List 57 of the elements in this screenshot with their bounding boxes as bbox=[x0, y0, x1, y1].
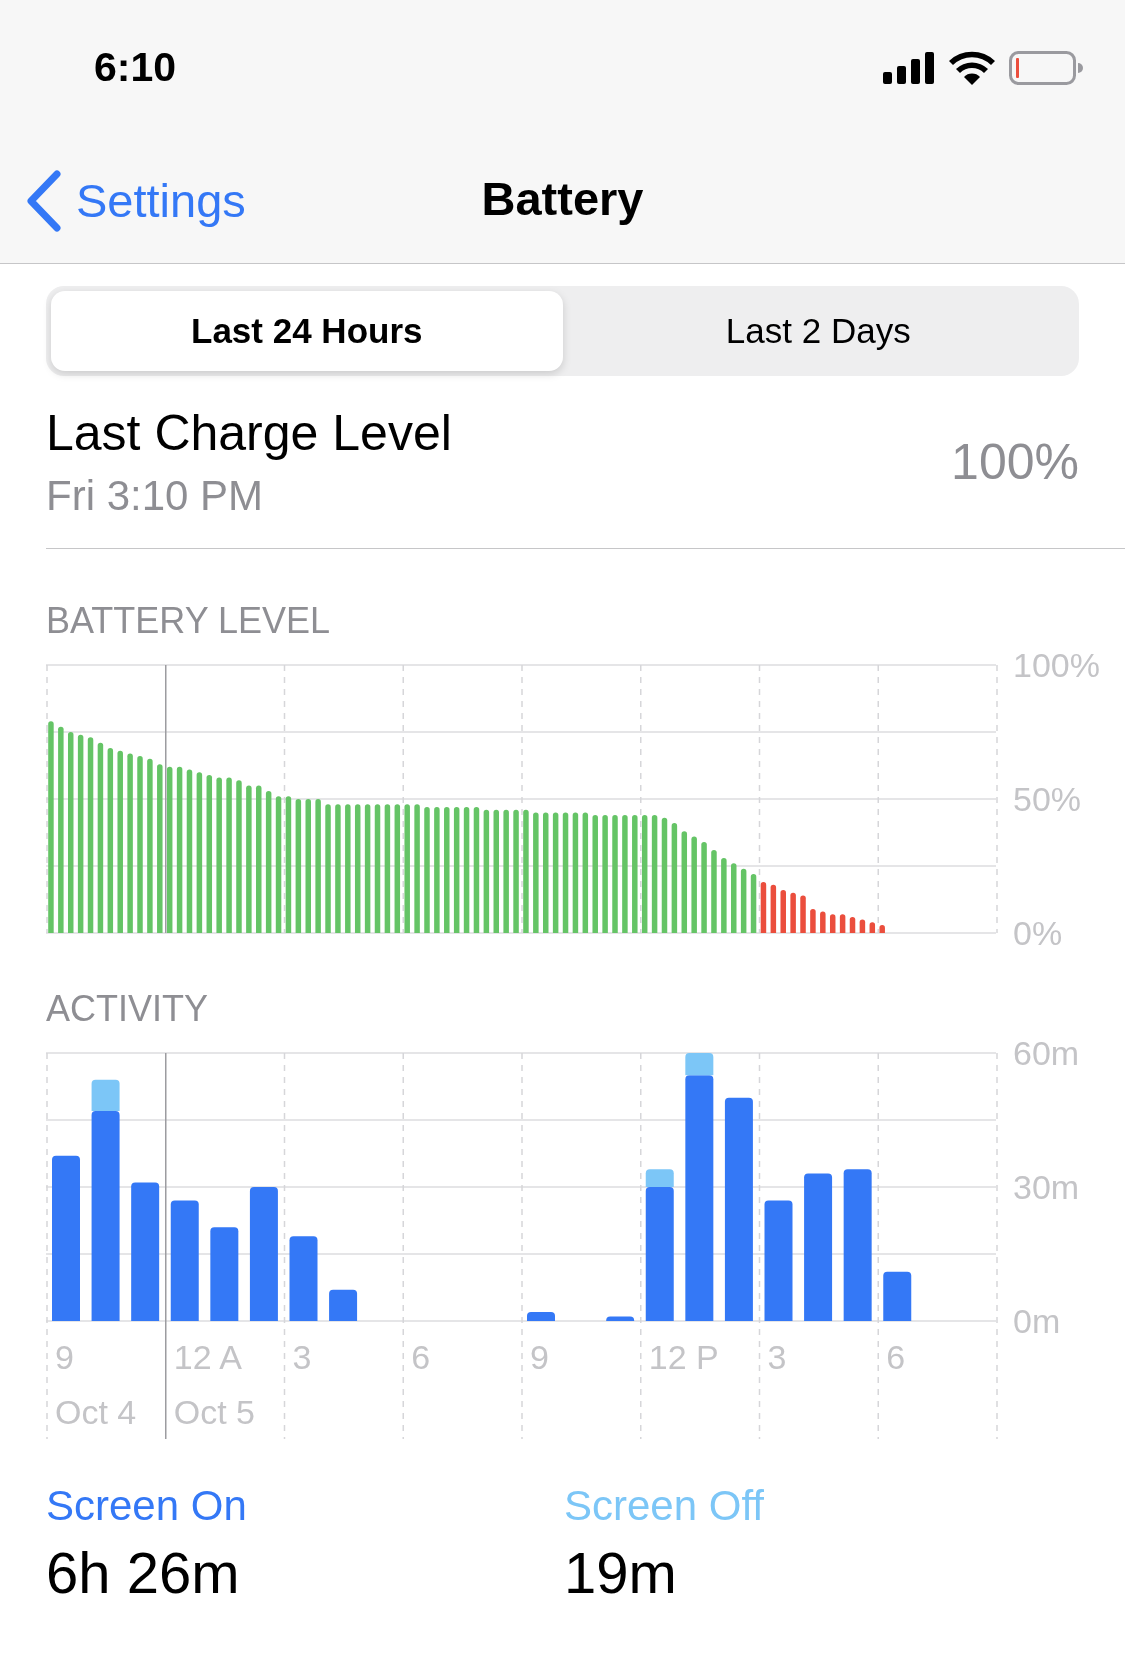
axis-tick-label: 50% bbox=[1013, 780, 1082, 818]
date-label: Oct 5 bbox=[173, 1393, 255, 1431]
status-time: 6:10 bbox=[94, 43, 177, 93]
axis-tick-label: 30m bbox=[1013, 1168, 1080, 1206]
usage-value: 6h 26m bbox=[46, 1539, 240, 1607]
last-charge-level: 100% bbox=[951, 432, 1079, 492]
legend-label: Screen On bbox=[46, 1481, 247, 1531]
last-charge-label: Last Charge Level bbox=[46, 404, 452, 463]
battery-level-bar bbox=[750, 874, 757, 933]
legend-label: Screen Off bbox=[564, 1481, 764, 1531]
screen-off-bar bbox=[685, 1053, 714, 1076]
axis-tick-label: 9 bbox=[530, 1338, 549, 1376]
wifi-icon bbox=[949, 51, 995, 85]
screen-on-bar bbox=[329, 1289, 358, 1321]
axis-tick-label: 6 bbox=[886, 1338, 906, 1376]
battery-level-bar bbox=[820, 911, 826, 933]
battery-level-bar bbox=[810, 908, 816, 933]
battery-level-bar bbox=[829, 914, 836, 933]
axis-tick-label: 3 bbox=[292, 1338, 312, 1376]
axis-tick-label: 3 bbox=[767, 1338, 787, 1376]
axis-tick-label: 60m bbox=[1013, 1041, 1080, 1072]
back-button[interactable]: Settings bbox=[26, 166, 246, 237]
battery-level-bar bbox=[800, 895, 806, 933]
cellular-signal-icon bbox=[883, 52, 935, 84]
screen-title: Battery bbox=[481, 171, 644, 228]
battery-level-bar bbox=[731, 863, 737, 933]
battery-level-bar bbox=[869, 922, 876, 933]
screen-on-bar bbox=[883, 1271, 912, 1321]
battery-level-bar bbox=[790, 892, 796, 933]
axis-tick-label: 0% bbox=[1013, 914, 1063, 952]
battery-level-bar bbox=[780, 890, 786, 933]
axis-tick-label: 9 bbox=[55, 1338, 74, 1376]
axis-tick-label: 12 A bbox=[173, 1338, 242, 1376]
usage-value: 19m bbox=[564, 1539, 677, 1607]
battery-level-bar bbox=[839, 914, 846, 933]
battery-icon bbox=[1009, 51, 1083, 85]
battery-level-bar bbox=[879, 924, 885, 933]
screen-off-bar bbox=[91, 1079, 120, 1112]
screen-off-bar bbox=[645, 1169, 674, 1187]
axis-tick-label: 6 bbox=[411, 1338, 431, 1376]
battery-level-bar bbox=[740, 868, 747, 933]
chart-title: ACTIVITY bbox=[46, 989, 209, 1029]
axis-tick-label: 12 P bbox=[648, 1338, 719, 1376]
chart-title: BATTERY LEVEL bbox=[46, 601, 331, 641]
battery-level-bar bbox=[770, 884, 777, 933]
axis-tick-label: 0m bbox=[1013, 1302, 1061, 1340]
segment-tab[interactable]: Last 24 Hours bbox=[51, 291, 563, 371]
last-charge-time: Fri 3:10 PM bbox=[46, 471, 265, 521]
date-label: Oct 4 bbox=[55, 1393, 137, 1431]
segment-tab[interactable]: Last 2 Days bbox=[562, 291, 1074, 371]
axis-tick-label: 100% bbox=[1013, 653, 1100, 684]
battery-level-bar bbox=[760, 882, 767, 933]
chevron-left-icon bbox=[26, 170, 62, 233]
battery-level-bar bbox=[859, 919, 866, 933]
screen-on-bar bbox=[606, 1316, 635, 1321]
screen-on-bar bbox=[527, 1312, 555, 1321]
battery-level-bar bbox=[849, 916, 856, 933]
